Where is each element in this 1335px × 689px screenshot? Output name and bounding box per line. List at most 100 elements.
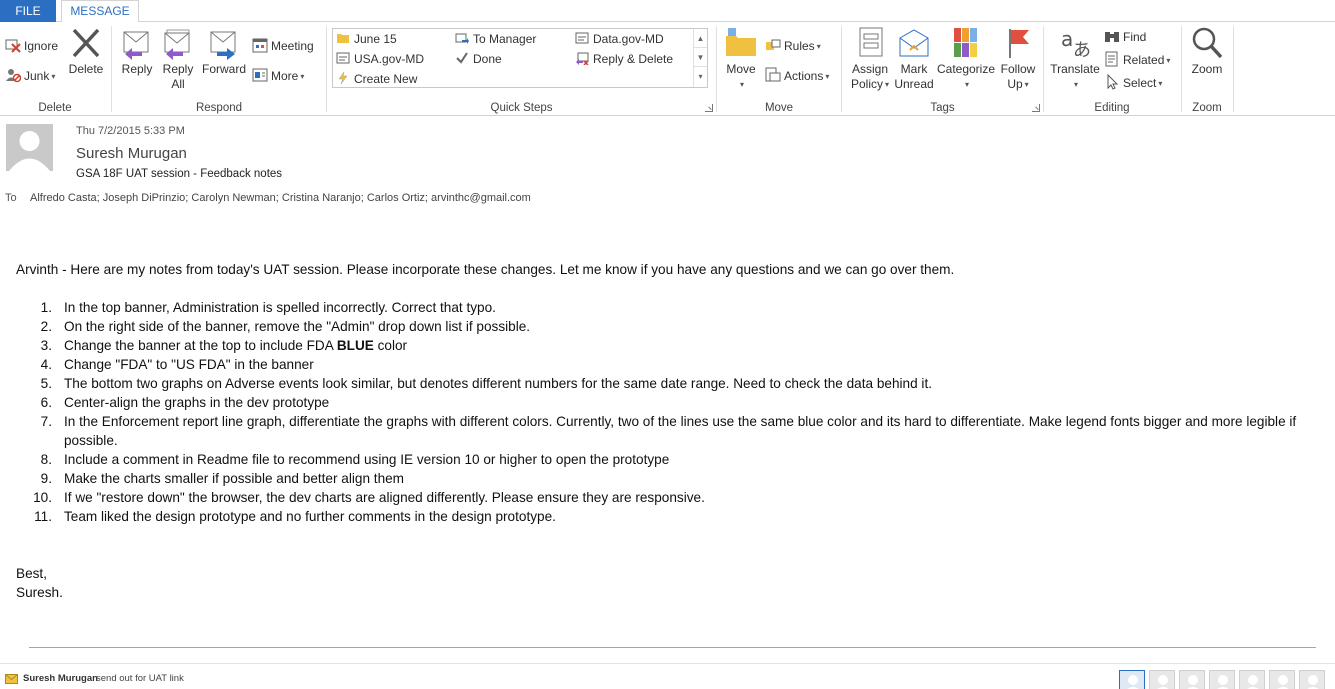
note-number: 2. — [40, 319, 52, 334]
message-date: Thu 7/2/2015 5:33 PM — [76, 125, 185, 137]
quick-step-data-gov-md[interactable]: Data.gov-MD — [575, 30, 664, 48]
reply-label: Reply — [121, 62, 153, 76]
expand-gallery-icon[interactable]: ▾ — [694, 67, 707, 86]
quick-step-label: Reply & Delete — [593, 52, 674, 66]
status-sender-name[interactable]: Suresh Murugan — [23, 673, 98, 684]
quick-step-done[interactable]: Done — [455, 50, 502, 68]
zoom-button[interactable]: Zoom — [1186, 26, 1228, 77]
meeting-icon — [252, 38, 268, 53]
tags-dialog-launcher[interactable] — [1032, 104, 1040, 112]
ignore-button[interactable]: Ignore — [5, 36, 58, 56]
note-item: 2. On the right side of the banner, remov… — [16, 317, 1330, 336]
more-label: More — [271, 69, 299, 83]
reply-all-label-2: All — [171, 77, 185, 91]
note-text: Team liked the design prototype and no f… — [64, 509, 556, 524]
note-number: 1. — [40, 300, 52, 315]
note-item: 4. Change "FDA" to "US FDA" in the banner — [16, 355, 1330, 374]
separator — [1233, 26, 1234, 112]
sender-name[interactable]: Suresh Murugan — [76, 145, 187, 162]
person-icon — [9, 131, 50, 171]
quick-step-create-new[interactable]: Create New — [336, 70, 417, 88]
translate-button[interactable]: aあ Translate ▾ — [1048, 26, 1102, 92]
group-tags: Assign Policy ▾ Mark Unread Categorize ▾ F… — [842, 22, 1043, 116]
delete-icon — [72, 28, 100, 58]
related-button[interactable]: Related ▾ — [1104, 50, 1170, 70]
forward-button[interactable]: Forward — [200, 26, 248, 77]
message-body: Arvinth - Here are my notes from today's… — [16, 260, 1330, 602]
select-label: Select — [1123, 76, 1157, 90]
find-button[interactable]: Find — [1104, 27, 1146, 47]
junk-button[interactable]: Junk ▾ — [5, 66, 55, 86]
divider — [29, 647, 1316, 648]
people-pane-avatar[interactable] — [1239, 670, 1265, 689]
mark-unread-button[interactable]: Mark Unread — [894, 26, 934, 92]
reply-all-label-1: Reply — [162, 62, 194, 76]
note-text: Make the charts smaller if possible and … — [64, 471, 405, 486]
people-pane-avatar[interactable] — [1149, 670, 1175, 689]
people-pane-avatar[interactable] — [1299, 670, 1325, 689]
tab-file[interactable]: FILE — [0, 0, 56, 22]
people-pane-avatar[interactable] — [1269, 670, 1295, 689]
person-icon — [1157, 675, 1169, 689]
translate-label: Translate — [1050, 62, 1100, 76]
actions-label: Actions — [784, 69, 824, 83]
quick-steps-dialog-launcher[interactable] — [705, 104, 713, 112]
rules-button[interactable]: Rules ▾ — [765, 36, 821, 56]
note-text-after: color — [373, 338, 408, 353]
actions-icon — [765, 67, 781, 82]
forward-label: Forward — [201, 62, 246, 76]
delete-button[interactable]: Delete — [66, 26, 106, 77]
note-item: 6. Center-align the graphs in the dev pro… — [16, 393, 1330, 412]
note-text: On the right side of the banner, remove … — [64, 319, 531, 334]
note-item: 7. In the Enforcement report line graph, … — [16, 412, 1330, 450]
reply-delete-icon — [576, 52, 589, 65]
checkmark-icon — [456, 52, 468, 64]
reply-all-button[interactable]: Reply All — [158, 26, 198, 92]
sender-avatar[interactable] — [6, 124, 53, 171]
quick-step-to-manager[interactable]: To Manager — [455, 30, 536, 48]
people-pane-avatar[interactable] — [1209, 670, 1235, 689]
ignore-label: Ignore — [24, 39, 59, 53]
group-label-editing: Editing — [1094, 102, 1130, 114]
mark-label-1: Mark — [900, 62, 928, 76]
note-number: 9. — [40, 471, 52, 486]
quick-step-june-15[interactable]: June 15 — [336, 30, 397, 48]
move-button[interactable]: Move ▾ — [723, 26, 759, 92]
note-item: 10. If we "restore down" the browser, the… — [16, 488, 1330, 507]
reply-button[interactable]: Reply — [116, 26, 158, 77]
message-subject: GSA 18F UAT session - Feedback notes — [76, 168, 283, 180]
person-icon — [1187, 675, 1199, 689]
people-pane-avatar[interactable] — [1179, 670, 1205, 689]
assign-policy-button[interactable]: Assign Policy ▾ — [846, 26, 894, 92]
meeting-button[interactable]: Meeting — [252, 36, 314, 56]
scroll-down-icon[interactable]: ▼ — [694, 48, 707, 67]
note-item: 3. Change the banner at the top to includ… — [16, 336, 1330, 355]
select-button[interactable]: Select ▾ — [1104, 73, 1162, 93]
status-message[interactable]: send out for UAT link — [96, 673, 184, 684]
note-text: Center-align the graphs in the dev proto… — [64, 395, 330, 410]
quick-steps-gallery: June 15 USA.gov-MD Create New To Manager… — [332, 28, 708, 88]
assign-label-1: Assign — [851, 62, 889, 76]
group-respond: Reply Reply All Forward Meeting More ▾ Re… — [112, 22, 326, 116]
mark-unread-icon — [899, 29, 929, 57]
recipient-list[interactable]: Alfredo Casta; Joseph DiPrinzio; Carolyn… — [30, 192, 531, 204]
tab-message[interactable]: MESSAGE — [61, 0, 139, 23]
follow-up-button[interactable]: Follow Up ▾ — [996, 26, 1040, 92]
categorize-button[interactable]: Categorize ▾ — [936, 26, 996, 92]
more-respond-button[interactable]: More ▾ — [252, 66, 304, 86]
note-text: Change "FDA" to "US FDA" in the banner — [64, 357, 314, 372]
quick-step-usa-gov-md[interactable]: USA.gov-MD — [336, 50, 424, 68]
ribbon: Ignore Junk ▾ Delete Delete Reply Reply A… — [0, 22, 1335, 116]
quick-steps-scroll[interactable]: ▲ ▼ ▾ — [693, 29, 707, 87]
forward-icon — [210, 31, 236, 60]
forward-mail-icon — [455, 33, 469, 44]
note-number: 11. — [34, 509, 52, 524]
actions-button[interactable]: Actions ▾ — [765, 66, 829, 86]
scroll-up-icon[interactable]: ▲ — [694, 29, 707, 48]
svg-text:a: a — [1061, 27, 1073, 51]
quick-step-reply-delete[interactable]: Reply & Delete — [575, 50, 673, 68]
people-pane-avatar[interactable] — [1119, 670, 1145, 689]
quick-step-label: To Manager — [473, 32, 537, 46]
note-number: 4. — [40, 357, 52, 372]
note-item: 1. In the top banner, Administration is s… — [16, 298, 1330, 317]
